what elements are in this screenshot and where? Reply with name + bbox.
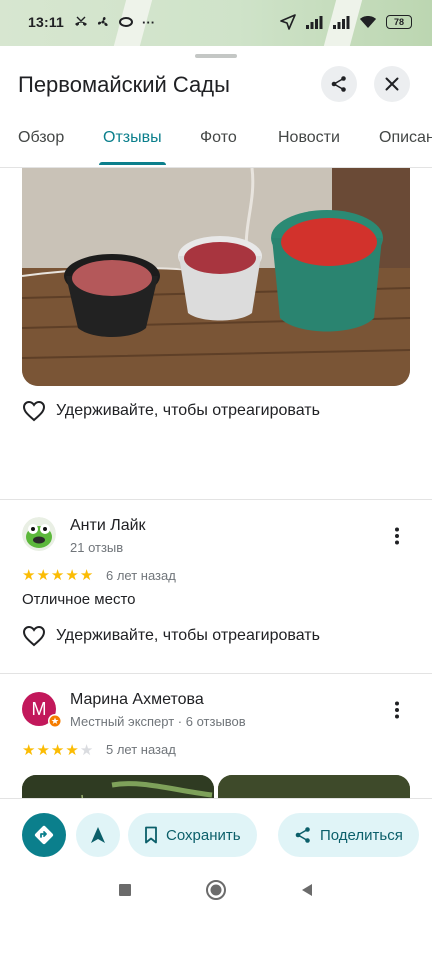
- place-title: Первомайский Сады: [18, 72, 230, 97]
- star-filled-icon: ★: [50, 742, 65, 759]
- navigation-icon: [280, 14, 296, 30]
- star-rating: ★ ★ ★ ★ ★: [22, 743, 93, 758]
- more-options-button[interactable]: [385, 698, 409, 722]
- review-time: 6 лет назад: [106, 568, 176, 583]
- share-icon: [295, 827, 310, 843]
- reviewer-name[interactable]: Марина Ахметова: [70, 691, 204, 709]
- review-time: 5 лет назад: [106, 742, 176, 757]
- star-rating: ★ ★ ★ ★ ★: [22, 568, 93, 583]
- star-filled-icon: ★: [65, 567, 79, 584]
- bookmark-icon: [145, 826, 157, 844]
- share-icon: [331, 76, 346, 92]
- system-nav-bar: [0, 866, 432, 914]
- missed-call-icon: [75, 16, 88, 26]
- star-filled-icon: ★: [36, 742, 50, 759]
- star-filled-icon: ★: [22, 567, 36, 584]
- avatar[interactable]: М: [22, 692, 62, 728]
- tab-description[interactable]: Описан: [379, 128, 432, 168]
- status-bar: 13:11 ··· 78: [0, 0, 432, 46]
- more-vert-icon: [395, 527, 399, 545]
- avatar[interactable]: [22, 517, 56, 551]
- react-label: Удерживайте, чтобы отреагировать: [56, 402, 320, 419]
- react-button[interactable]: Удерживайте, чтобы отреагировать: [22, 400, 320, 422]
- place-sheet: Первомайский Сады Обзор Отзывы Фото Ново…: [0, 46, 432, 960]
- reviewer-name[interactable]: Анти Лайк: [70, 517, 146, 535]
- save-button[interactable]: Сохранить: [128, 813, 257, 857]
- star-filled-icon: ★: [36, 567, 50, 584]
- start-navigation-button[interactable]: [76, 813, 120, 857]
- link-icon: [119, 17, 134, 27]
- directions-icon: [34, 825, 54, 845]
- fan-icon: [97, 16, 108, 26]
- star-filled-icon: ★: [65, 742, 79, 759]
- star-empty-icon: ★: [79, 742, 94, 759]
- star-filled-icon: ★: [50, 567, 65, 584]
- react-button[interactable]: Удерживайте, чтобы отреагировать: [22, 625, 320, 647]
- tab-active-indicator: [99, 162, 166, 165]
- drag-handle[interactable]: [195, 54, 237, 58]
- signal-icon: [333, 16, 350, 29]
- directions-button[interactable]: [22, 813, 66, 857]
- close-button[interactable]: [374, 66, 410, 102]
- action-bar: Сохранить Поделиться: [0, 798, 432, 866]
- avatar-letter: М: [31, 699, 47, 719]
- recents-icon[interactable]: [117, 882, 133, 898]
- react-label: Удерживайте, чтобы отреагировать: [56, 627, 320, 644]
- star-filled-icon: ★: [22, 742, 36, 759]
- navigation-arrow-icon: [91, 827, 105, 843]
- share-place-button[interactable]: Поделиться: [278, 813, 419, 857]
- more-dots-icon: ···: [142, 14, 156, 30]
- signal-icon: [306, 16, 323, 29]
- tab-photos[interactable]: Фото: [200, 128, 237, 168]
- home-icon[interactable]: [205, 879, 227, 901]
- reviewer-meta: Местный эксперт · 6 отзывов: [70, 714, 246, 729]
- close-icon: [385, 77, 399, 91]
- share-label: Поделиться: [320, 826, 403, 844]
- reviewer-meta: 21 отзыв: [70, 540, 124, 555]
- back-icon[interactable]: [299, 882, 315, 898]
- review-text: Отличное место: [22, 591, 136, 608]
- reviews-list[interactable]: Удерживайте, чтобы отреагировать Анти Ла…: [0, 168, 432, 844]
- tab-overview[interactable]: Обзор: [18, 128, 64, 168]
- heart-icon: [22, 625, 46, 647]
- status-time: 13:11: [28, 14, 65, 30]
- share-button[interactable]: [321, 66, 357, 102]
- divider: [0, 673, 432, 674]
- wifi-icon: [360, 16, 376, 28]
- battery-icon: 78: [386, 15, 412, 29]
- star-filled-icon: ★: [79, 567, 94, 584]
- tab-news[interactable]: Новости: [278, 128, 340, 168]
- heart-icon: [22, 400, 46, 422]
- review-photo-buckets[interactable]: [22, 168, 410, 386]
- save-label: Сохранить: [166, 826, 241, 844]
- tab-reviews[interactable]: Отзывы: [99, 128, 166, 168]
- more-options-button[interactable]: [385, 524, 409, 548]
- tab-bar: Обзор Отзывы Фото Новости Описан: [0, 128, 432, 168]
- more-vert-icon: [395, 701, 399, 719]
- divider: [0, 499, 432, 500]
